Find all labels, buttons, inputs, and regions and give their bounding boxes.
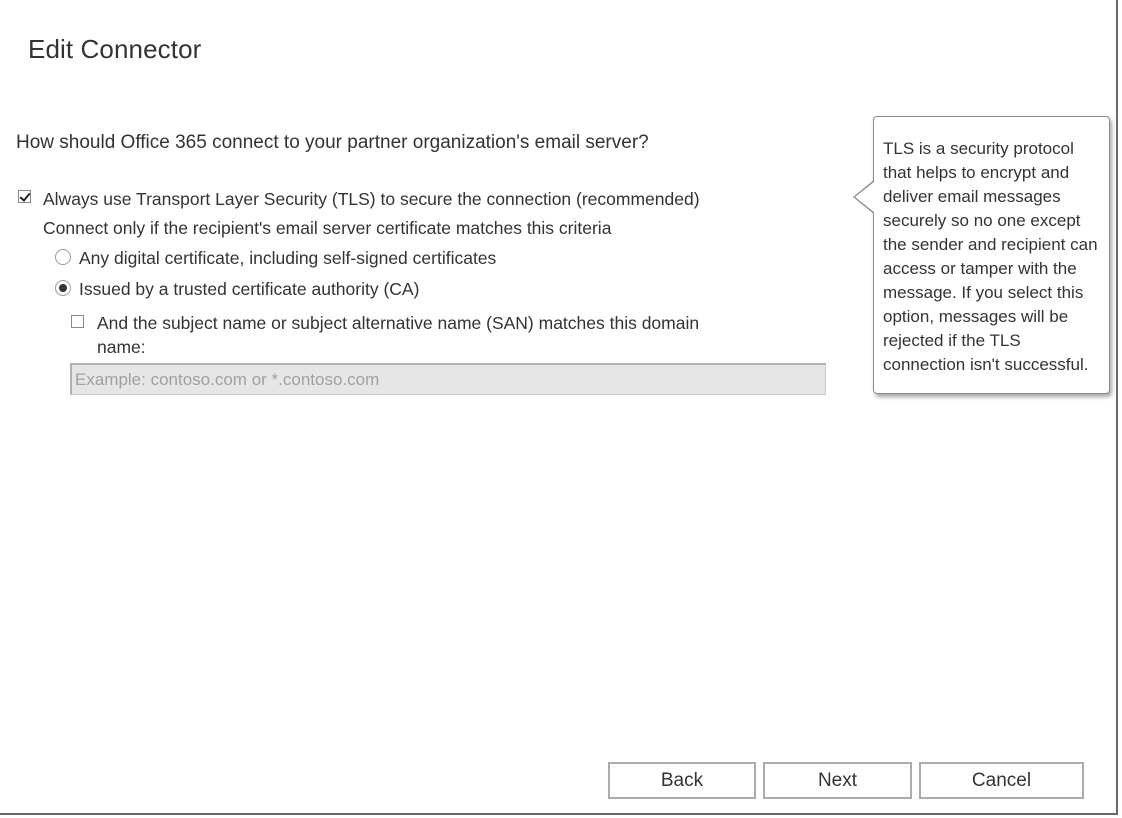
connection-question: How should Office 365 connect to your pa…: [16, 132, 649, 153]
page-title: Edit Connector: [28, 34, 202, 64]
callout-text: TLS is a security protocol that helps to…: [883, 139, 1098, 374]
tls-checkbox[interactable]: [18, 190, 31, 203]
domain-name-input[interactable]: [70, 363, 826, 395]
any-certificate-label[interactable]: Any digital certificate, including self-…: [79, 246, 496, 270]
san-checkbox-label-line1[interactable]: And the subject name or subject alternat…: [97, 311, 699, 335]
san-checkbox[interactable]: [71, 315, 84, 328]
trusted-ca-label[interactable]: Issued by a trusted certificate authorit…: [79, 277, 419, 301]
trusted-ca-radio[interactable]: [55, 280, 71, 296]
back-button[interactable]: Back: [608, 762, 756, 799]
callout-pointer-fill: [855, 181, 875, 213]
cancel-button[interactable]: Cancel: [919, 762, 1084, 799]
criteria-text: Connect only if the recipient's email se…: [43, 218, 612, 238]
next-button[interactable]: Next: [763, 762, 912, 799]
tls-info-callout: TLS is a security protocol that helps to…: [873, 116, 1110, 394]
san-checkbox-label-line2[interactable]: name:: [97, 335, 146, 359]
tls-checkbox-label[interactable]: Always use Transport Layer Security (TLS…: [43, 187, 700, 211]
any-certificate-radio[interactable]: [55, 249, 71, 265]
